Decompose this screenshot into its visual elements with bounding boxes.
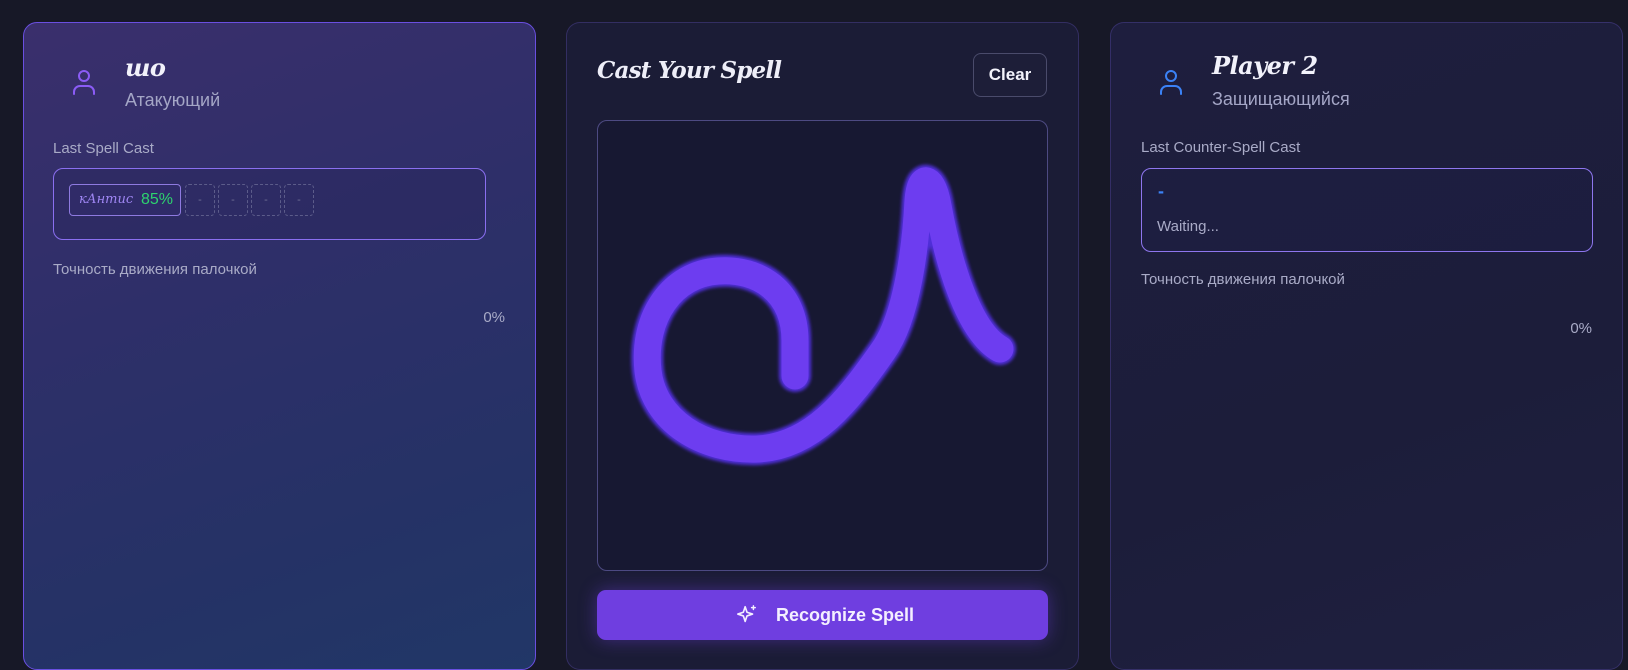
sparkles-icon <box>737 605 756 623</box>
player-name: шо <box>125 53 166 82</box>
empty-spell-slot: - <box>284 184 314 216</box>
player1-panel: шо Атакующий Last Spell Cast кАнтис 85% … <box>23 22 536 670</box>
player-role: Защищающийся <box>1212 89 1350 109</box>
user-icon <box>73 70 95 95</box>
empty-spell-slot: - <box>185 184 215 216</box>
player-role: Атакующий <box>125 90 221 110</box>
empty-spell-slot: - <box>251 184 281 216</box>
cast-title: Cast Your Spell <box>597 57 782 84</box>
user-icon <box>1160 70 1182 95</box>
waiting-status: Waiting... <box>1157 218 1219 235</box>
wand-accuracy-value: 0% <box>483 309 505 326</box>
wand-accuracy-value: 0% <box>1570 320 1592 337</box>
last-spell-label: Last Spell Cast <box>53 140 154 157</box>
player-name: Player 2 <box>1212 51 1318 80</box>
wand-accuracy-label: Точность движения палочкой <box>1141 271 1345 288</box>
wand-accuracy-label: Точность движения палочкой <box>53 261 257 278</box>
spell-chip: кАнтис 85% <box>69 184 181 216</box>
last-counter-spell-label: Last Counter-Spell Cast <box>1141 139 1301 156</box>
player2-panel: Player 2 Защищающийся Last Counter-Spell… <box>1110 22 1623 670</box>
drawing-canvas[interactable] <box>597 120 1048 571</box>
spell-chip-accuracy: 85% <box>141 191 174 208</box>
spell-history-box: кАнтис 85% - - - - <box>53 168 486 240</box>
spell-stroke <box>631 164 1016 466</box>
spell-chip-name: кАнтис <box>79 192 134 207</box>
counter-spell-box: - Waiting... <box>1141 168 1593 252</box>
clear-button[interactable]: Clear <box>973 53 1047 97</box>
recognize-spell-label: Recognize Spell <box>776 605 915 625</box>
recognize-spell-button[interactable]: Recognize Spell <box>597 590 1048 640</box>
counter-spell-placeholder: - <box>1158 181 1164 201</box>
cast-spell-panel: Cast Your Spell Clear Recognize Spell <box>566 22 1079 670</box>
empty-spell-slot: - <box>218 184 248 216</box>
